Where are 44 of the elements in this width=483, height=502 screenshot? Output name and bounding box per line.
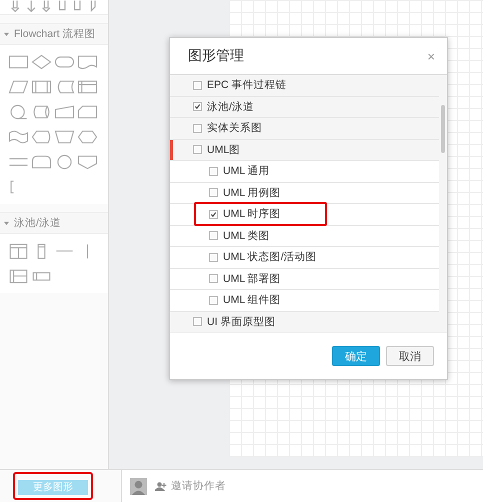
subcategory-row[interactable]: UML 通用 xyxy=(170,161,439,182)
subcategory-row[interactable]: UML 用例图 xyxy=(170,182,439,204)
checkbox[interactable] xyxy=(209,231,218,240)
checkbox[interactable] xyxy=(209,274,218,284)
checkbox[interactable] xyxy=(209,210,218,219)
category-label: 实体关系图 xyxy=(207,121,262,136)
subcategory-row[interactable]: UML 类图 xyxy=(170,226,439,247)
subcategory-row[interactable]: UML 时序图 xyxy=(170,204,439,226)
dialog-title: 图形管理 xyxy=(188,47,244,65)
avatar-icon[interactable] xyxy=(130,478,147,494)
checkbox[interactable] xyxy=(209,296,218,305)
subcategory-label: UML 通用 xyxy=(223,164,270,178)
arrow-shape-icon[interactable] xyxy=(39,0,54,12)
category-row[interactable]: 泳池/泳道 xyxy=(170,96,439,118)
subcategory-row[interactable]: UML 组件图 xyxy=(170,290,439,312)
cancel-button[interactable]: 取消 xyxy=(386,346,434,366)
category-row[interactable]: UML图 xyxy=(170,140,439,161)
subcategory-label: UML 组件图 xyxy=(223,293,281,308)
checkbox[interactable] xyxy=(209,166,218,176)
subcategory-row[interactable]: UML 部署图 xyxy=(170,268,439,290)
category-row[interactable]: 实体关系图 xyxy=(170,118,439,140)
checkbox[interactable] xyxy=(193,102,202,112)
checkbox[interactable] xyxy=(193,145,202,154)
subcategory-label: UML 用例图 xyxy=(223,186,281,200)
subcategory-label: UML 部署图 xyxy=(223,272,281,286)
category-label: 泳池/泳道 xyxy=(207,100,254,114)
subcategory-row[interactable]: UML 状态图/活动图 xyxy=(170,247,439,268)
subcategory-label: UML 状态图/活动图 xyxy=(223,250,317,264)
subcategory-label: UML 时序图 xyxy=(223,207,281,222)
add-user-icon xyxy=(155,481,167,491)
category-row[interactable]: EPC 事件过程链 xyxy=(170,75,439,96)
category-row[interactable]: UI 界面原型图 xyxy=(170,312,439,332)
checkbox[interactable] xyxy=(193,317,202,326)
checkbox[interactable] xyxy=(209,188,218,198)
category-label: UML图 xyxy=(207,142,240,157)
category-label: EPC 事件过程链 xyxy=(207,78,287,92)
checkbox[interactable] xyxy=(193,124,202,133)
arrow-shape-icon[interactable] xyxy=(8,0,22,12)
invite-label: 邀请协作者 xyxy=(171,479,226,493)
scrollbar[interactable] xyxy=(439,75,447,332)
category-label: UI 界面原型图 xyxy=(207,314,276,329)
checkbox[interactable] xyxy=(209,252,218,262)
checkbox[interactable] xyxy=(193,80,202,90)
subcategory-label: UML 类图 xyxy=(223,228,270,243)
